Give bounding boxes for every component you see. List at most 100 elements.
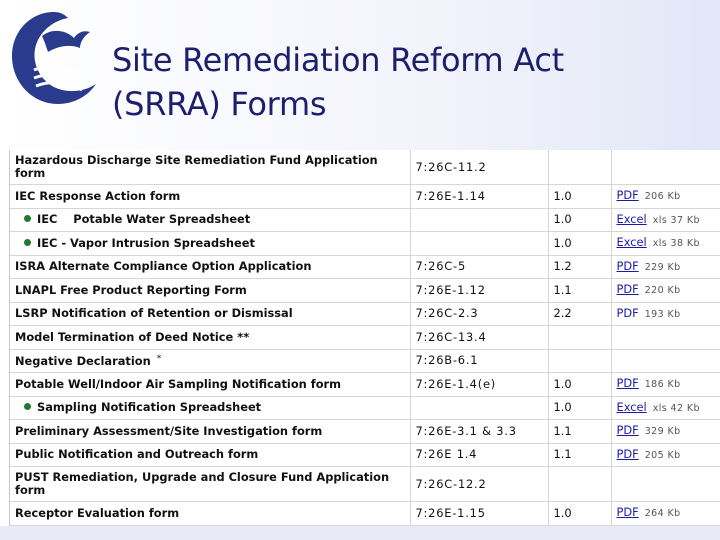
- form-name-cell: Negative Declaration *: [10, 349, 410, 373]
- file-size: 186 Kb: [644, 379, 681, 391]
- rule-citation: [409, 396, 548, 420]
- download-cell: Excel xls 38 Kb: [610, 231, 720, 256]
- nj-dep-seal-icon: [12, 12, 96, 104]
- form-name-cell: PUST Remediation, Upgrade and Closure Fu…: [10, 466, 410, 502]
- form-name-cell: Public Notification and Outreach form: [10, 443, 410, 467]
- table-row: Model Termination of Deed Notice ** 7:26C…: [10, 325, 720, 350]
- form-version: 1.0: [547, 231, 611, 256]
- form-name: Sampling Notification Spreadsheet: [37, 400, 262, 415]
- rule-citation: 7:26C-5: [409, 255, 548, 279]
- rule-citation: 7:26E-1.12: [409, 278, 548, 303]
- rule-citation: 7:26C-2.3: [409, 302, 548, 326]
- table-row: Receptor Evaluation form 7:26E-1.15 1.0 PDF…: [10, 501, 720, 526]
- download-cell: PDF 205 Kb: [610, 443, 720, 467]
- table-row: IEC Response Action form 7:26E-1.14 1.0 PDF…: [10, 184, 720, 209]
- form-name: ISRA Alternate Compliance Option Applica…: [15, 259, 312, 274]
- form-version: 1.0: [547, 208, 611, 232]
- download-cell: PDF 206 Kb: [610, 184, 720, 209]
- file-size: xls 42 Kb: [652, 402, 700, 414]
- form-version: 1.1: [547, 278, 611, 303]
- pdf-download-link[interactable]: PDF: [617, 282, 639, 296]
- form-version: 2.2: [547, 302, 611, 326]
- file-size: 193 Kb: [644, 308, 681, 320]
- download-cell: [610, 325, 720, 350]
- form-name: IEC - Vapor Intrusion Spreadsheet: [37, 235, 255, 250]
- pdf-download-link[interactable]: PDF: [617, 447, 639, 461]
- pdf-download-link[interactable]: PDF: [617, 423, 639, 437]
- download-cell: Excel xls 42 Kb: [610, 396, 720, 420]
- table-row: Sampling Notification Spreadsheet 1.0 Exce…: [10, 396, 720, 420]
- title-line-1: Site Remediation Reform Act: [112, 41, 564, 79]
- form-name: LSRP Notification of Retention or Dismis…: [15, 306, 293, 321]
- download-cell: PDF 229 Kb: [610, 255, 720, 279]
- form-version: [547, 466, 611, 502]
- pdf-download-link[interactable]: PDF: [617, 259, 639, 273]
- rule-citation: 7:26E-3.1 & 3.3: [409, 419, 548, 444]
- form-version: 1.0: [547, 184, 611, 209]
- form-version: 1.1: [547, 419, 611, 444]
- form-name-cell: Potable Well/Indoor Air Sampling Notific…: [10, 372, 410, 397]
- form-name-cell: Preliminary Assessment/Site Investigatio…: [10, 419, 410, 444]
- table-row: ISRA Alternate Compliance Option Applica…: [10, 255, 720, 279]
- file-size: 229 Kb: [644, 261, 681, 273]
- form-version: 1.0: [547, 396, 611, 420]
- download-cell: PDF 220 Kb: [610, 278, 720, 303]
- form-name: Model Termination of Deed Notice **: [15, 329, 250, 344]
- form-name-cell: LSRP Notification of Retention or Dismis…: [10, 302, 410, 326]
- form-version: [547, 349, 611, 373]
- table-row: PUST Remediation, Upgrade and Closure Fu…: [10, 466, 720, 502]
- pdf-download-link[interactable]: PDF: [617, 188, 639, 202]
- rule-citation: 7:26B-6.1: [409, 349, 548, 373]
- pdf-download-link[interactable]: PDF: [617, 306, 639, 320]
- form-name-cell: IEC Potable Water Spreadsheet: [10, 208, 410, 232]
- download-cell: PDF 329 Kb: [610, 419, 720, 444]
- table-row: Hazardous Discharge Site Remediation Fun…: [10, 150, 720, 185]
- file-size: 264 Kb: [644, 508, 681, 520]
- download-cell: PDF 264 Kb: [610, 501, 720, 526]
- excel-download-link[interactable]: Excel: [617, 400, 647, 414]
- file-size: 206 Kb: [644, 191, 681, 203]
- rule-citation: 7:26E 1.4: [409, 443, 548, 467]
- download-cell: PDF 186 Kb: [610, 372, 720, 397]
- download-cell: [610, 150, 720, 185]
- excel-download-link[interactable]: Excel: [617, 235, 647, 249]
- form-version: 1.0: [547, 372, 611, 397]
- forms-table-container: Hazardous Discharge Site Remediation Fun…: [9, 150, 720, 526]
- forms-table: Hazardous Discharge Site Remediation Fun…: [10, 150, 720, 526]
- title-line-2: (SRRA) Forms: [112, 85, 327, 123]
- pdf-download-link[interactable]: PDF: [617, 505, 639, 519]
- pdf-download-link[interactable]: PDF: [617, 376, 639, 390]
- rule-citation: 7:26C-12.2: [409, 466, 548, 502]
- rule-citation: 7:26E-1.14: [409, 184, 548, 209]
- download-cell: [610, 466, 720, 502]
- footer-band: [0, 526, 720, 540]
- excel-download-link[interactable]: Excel: [617, 212, 647, 226]
- form-name: Public Notification and Outreach form: [15, 447, 259, 462]
- table-row: LSRP Notification of Retention or Dismis…: [10, 302, 720, 326]
- file-size: 220 Kb: [644, 285, 681, 297]
- rule-citation: [409, 231, 548, 256]
- file-size: xls 38 Kb: [652, 238, 700, 250]
- form-name: LNAPL Free Product Reporting Form: [15, 282, 247, 297]
- form-name: Potable Well/Indoor Air Sampling Notific…: [15, 376, 342, 391]
- form-version: [547, 150, 611, 185]
- form-name: IEC Response Action form: [15, 188, 181, 203]
- rule-citation: 7:26C-11.2: [409, 150, 548, 185]
- rule-citation: 7:26E-1.15: [409, 501, 548, 526]
- file-size: 329 Kb: [644, 426, 681, 438]
- table-row: Preliminary Assessment/Site Investigatio…: [10, 419, 720, 444]
- file-size: xls 37 Kb: [652, 214, 700, 226]
- table-row: LNAPL Free Product Reporting Form 7:26E-1…: [10, 278, 720, 303]
- file-size: 205 Kb: [644, 449, 681, 461]
- form-name: IEC Potable Water Spreadsheet: [37, 212, 251, 227]
- rule-citation: 7:26E-1.4(e): [409, 372, 548, 397]
- form-name: Negative Declaration: [15, 354, 151, 369]
- footnote-marker: *: [156, 354, 162, 365]
- form-name-cell: ISRA Alternate Compliance Option Applica…: [10, 255, 410, 279]
- bullet-icon: [24, 238, 31, 246]
- table-row: IEC - Vapor Intrusion Spreadsheet 1.0 Exce…: [10, 231, 720, 256]
- table-row: Negative Declaration * 7:26B-6.1: [10, 349, 720, 373]
- form-name: Preliminary Assessment/Site Investigatio…: [15, 423, 323, 438]
- form-name-cell: Model Termination of Deed Notice **: [10, 325, 410, 350]
- bullet-icon: [24, 403, 31, 411]
